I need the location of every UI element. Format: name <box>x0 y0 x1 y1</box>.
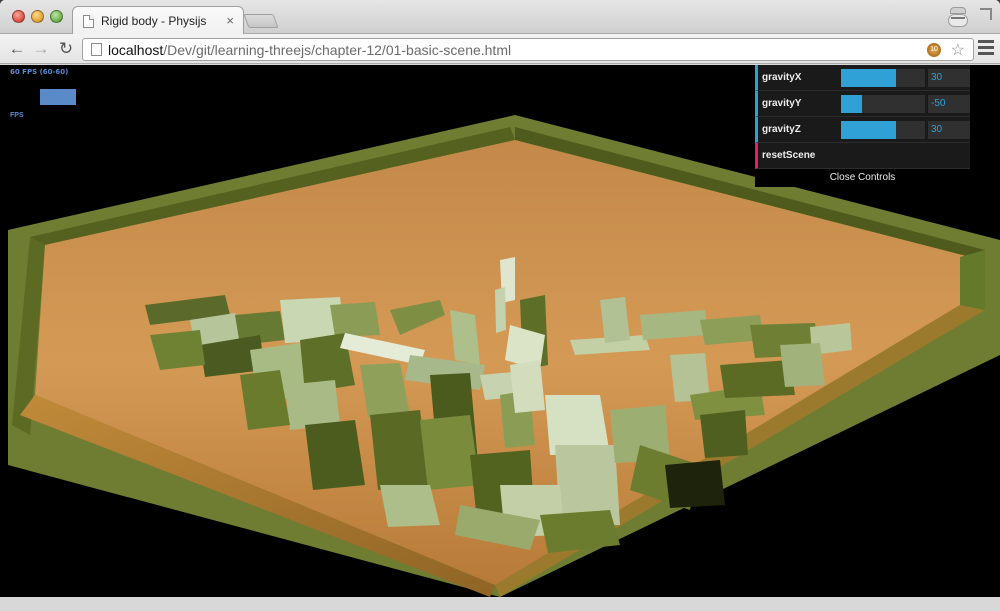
fullscreen-icon[interactable] <box>980 8 992 20</box>
reset-scene-label: resetScene <box>762 150 816 161</box>
fps-bottom-label: FPS <box>10 112 24 119</box>
new-tab-button[interactable] <box>243 14 279 28</box>
incognito-icon <box>946 5 970 29</box>
wall-right <box>960 250 985 310</box>
dat-gui-panel: gravityX 30 gravityY -50 gravityZ 30 res… <box>755 65 970 187</box>
tab-rigid-body[interactable]: Rigid body - Physijs × <box>72 6 244 35</box>
gravity-y-input[interactable]: -50 <box>928 95 970 113</box>
bookmark-star-icon[interactable]: ☆ <box>951 40 965 60</box>
fps-graph <box>40 89 76 105</box>
tab-strip: Rigid body - Physijs × <box>0 0 1000 35</box>
url-path: /Dev/git/learning-threejs/chapter-12/01-… <box>163 42 512 58</box>
gravity-y-fill <box>841 95 862 113</box>
extension-icon[interactable]: 10 <box>927 43 941 57</box>
fps-label: 60 FPS (60-60) <box>10 68 69 76</box>
gravity-x-input[interactable]: 30 <box>928 69 970 87</box>
gravity-x-control: gravityX 30 <box>755 65 970 91</box>
menu-icon[interactable] <box>978 40 994 58</box>
gravity-z-slider[interactable] <box>841 121 925 139</box>
gravity-z-control: gravityZ 30 <box>755 117 970 143</box>
gravity-x-label: gravityX <box>762 72 802 83</box>
maximize-window-button[interactable] <box>50 10 63 23</box>
fps-stats-panel[interactable]: 60 FPS (60-60) FPS <box>8 65 80 119</box>
gravity-y-slider[interactable] <box>841 95 925 113</box>
gravity-x-slider[interactable] <box>841 69 925 87</box>
gravity-y-control: gravityY -50 <box>755 91 970 117</box>
close-controls-button[interactable]: Close Controls <box>755 169 970 187</box>
url-host: localhost <box>108 42 164 58</box>
page-icon <box>91 43 102 56</box>
url-text[interactable]: localhost/Dev/git/learning-threejs/chapt… <box>108 42 511 58</box>
reload-button[interactable]: ↻ <box>55 38 77 60</box>
close-window-button[interactable] <box>12 10 25 23</box>
gravity-x-fill <box>841 69 896 87</box>
back-button[interactable]: ← <box>6 38 28 60</box>
browser-window: Rigid body - Physijs × ← → ↻ localhost/D… <box>0 0 1000 611</box>
tab-close-icon[interactable]: × <box>226 13 234 28</box>
minimize-window-button[interactable] <box>31 10 44 23</box>
browser-toolbar: ← → ↻ localhost/Dev/git/learning-threejs… <box>0 34 1000 64</box>
page-icon <box>83 15 94 28</box>
gravity-z-label: gravityZ <box>762 124 801 135</box>
tab-title: Rigid body - Physijs <box>101 14 207 28</box>
gravity-z-input[interactable]: 30 <box>928 121 970 139</box>
forward-button[interactable]: → <box>30 38 52 60</box>
address-bar[interactable]: localhost/Dev/git/learning-threejs/chapt… <box>82 38 974 61</box>
webgl-viewport[interactable]: 60 FPS (60-60) FPS gravityX 30 gravityY … <box>0 65 1000 597</box>
reset-scene-button[interactable]: resetScene <box>755 143 970 169</box>
gravity-y-label: gravityY <box>762 98 802 109</box>
gravity-z-fill <box>841 121 896 139</box>
